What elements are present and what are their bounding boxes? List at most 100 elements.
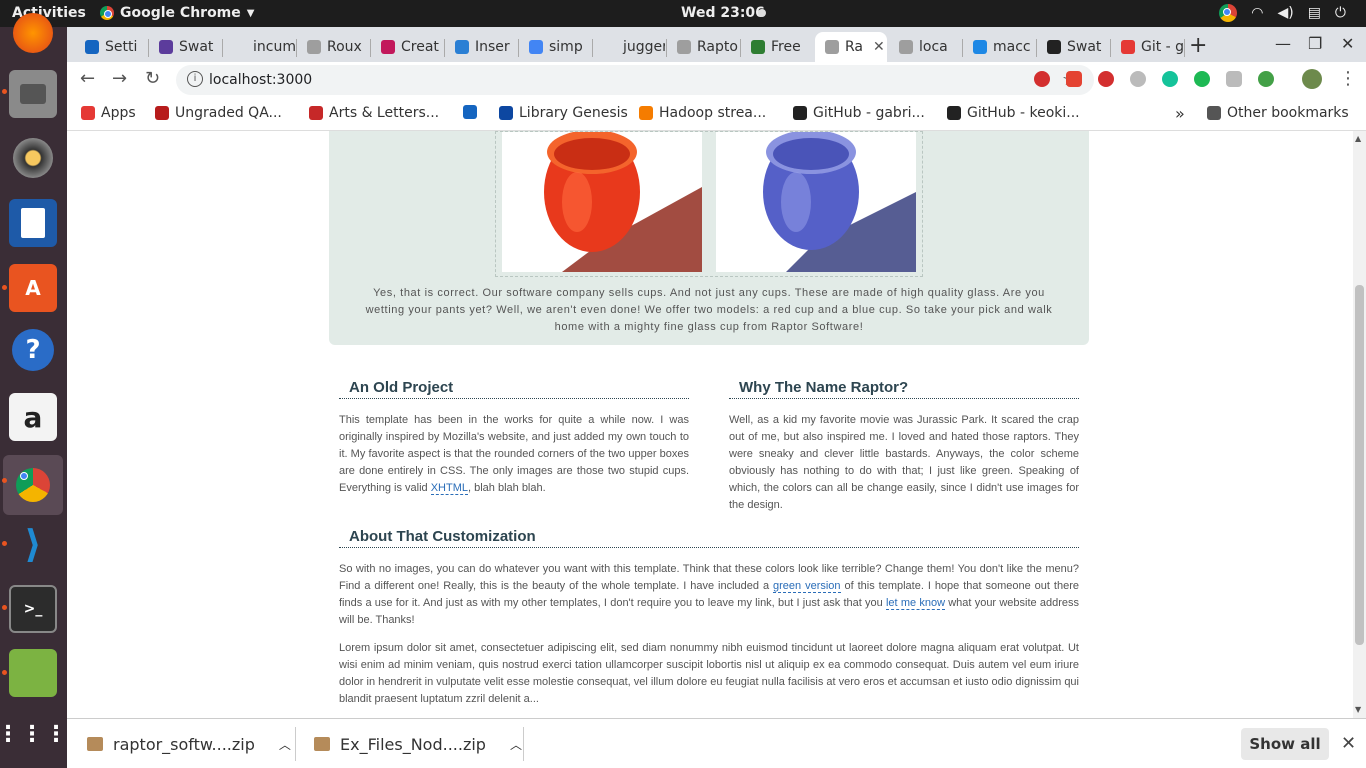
tab-3[interactable]: Roux — [297, 32, 369, 62]
reload-icon[interactable]: ↻ — [145, 68, 160, 89]
download-item-raptor[interactable]: raptor_softw....zip ︿ — [87, 719, 291, 768]
tab-separator — [1184, 39, 1185, 57]
files-icon[interactable] — [9, 70, 57, 118]
forward-icon[interactable]: → — [112, 68, 127, 89]
xhtml-link[interactable]: XHTML — [430, 482, 468, 495]
running-indicator — [2, 285, 7, 290]
terminal-icon[interactable]: >_ — [9, 585, 57, 633]
scroll-thumb[interactable] — [1355, 285, 1364, 645]
new-tab-button[interactable]: + — [1189, 33, 1207, 58]
firefox-icon[interactable] — [13, 13, 53, 53]
profile-avatar[interactable] — [1302, 69, 1322, 89]
back-icon[interactable]: ← — [80, 68, 95, 89]
bookmark-2[interactable]: Arts & Letters... — [309, 105, 439, 121]
show-all-button[interactable]: Show all — [1241, 728, 1329, 760]
tab-10[interactable]: Ra ✕ — [815, 32, 887, 62]
tab-favicon-icon — [825, 40, 839, 54]
address-bar[interactable]: i localhost:3000 ☆ — [176, 65, 1094, 95]
chevron-up-icon[interactable]: ︿ — [510, 736, 522, 753]
clock[interactable]: Wed 23:06 — [681, 5, 765, 21]
tab-close-icon[interactable]: ✕ — [873, 39, 885, 55]
zip-file-icon — [87, 737, 103, 751]
todoist-icon[interactable] — [1066, 71, 1082, 87]
bookmark-favicon-icon — [499, 106, 513, 120]
power-icon[interactable]: ⏻ — [1335, 5, 1346, 21]
site-info-icon[interactable]: i — [187, 71, 203, 87]
rhythmbox-icon[interactable] — [9, 134, 57, 182]
text-editor-icon[interactable] — [9, 649, 57, 697]
bookmark-label: Library Genesis — [519, 105, 628, 121]
show-applications-icon[interactable]: ⋮⋮⋮ — [0, 711, 67, 759]
bookmark-3[interactable] — [463, 105, 477, 119]
toolbar: ← → ↻ i localhost:3000 ☆ ⋮ — [67, 62, 1366, 98]
bookmark-4[interactable]: Library Genesis — [499, 105, 628, 121]
system-tray[interactable]: ◠ ◀) ▤ ⏻ — [1219, 4, 1346, 22]
chrome-dock-icon[interactable] — [3, 455, 63, 515]
green-version-link[interactable]: green version — [773, 580, 841, 593]
chrome-tray-icon[interactable] — [1219, 4, 1238, 22]
bookmark-6[interactable]: GitHub - gabri... — [793, 105, 925, 121]
extension-green-icon[interactable] — [1194, 71, 1210, 87]
extension-check-icon[interactable] — [1258, 71, 1274, 87]
running-indicator — [2, 670, 7, 675]
tab-label: Free — [771, 39, 801, 55]
folder-icon — [1207, 106, 1221, 120]
extension-gray-icon[interactable] — [1130, 71, 1146, 87]
app-menu[interactable]: Google Chrome ▼ — [100, 5, 254, 21]
tab-7[interactable]: juggerna — [593, 32, 665, 62]
volume-icon[interactable]: ◀) — [1277, 5, 1293, 21]
bookmark-5[interactable]: Hadoop strea... — [639, 105, 766, 121]
bookmarks-overflow-icon[interactable]: » — [1175, 104, 1185, 123]
maximize-button[interactable]: ❐ — [1308, 34, 1322, 53]
chrome-menu-icon[interactable]: ⋮ — [1339, 68, 1357, 89]
app-name: Google Chrome — [120, 5, 241, 21]
clipboard-icon[interactable]: ▤ — [1308, 5, 1321, 21]
let-me-know-link[interactable]: let me know — [885, 597, 946, 610]
address-url[interactable]: localhost:3000 — [209, 72, 312, 88]
download-item-exfiles[interactable]: Ex_Files_Nod....zip ︿ — [314, 719, 522, 768]
download-shelf: raptor_softw....zip ︿ Ex_Files_Nod....zi… — [67, 718, 1366, 768]
help-icon[interactable]: ? — [12, 329, 54, 371]
tab-11[interactable]: loca — [889, 32, 961, 62]
extension-m-icon[interactable] — [1226, 71, 1242, 87]
close-window-button[interactable]: ✕ — [1341, 34, 1354, 53]
wifi-icon[interactable]: ◠ — [1251, 5, 1263, 21]
chevron-up-icon[interactable]: ︿ — [279, 736, 291, 753]
tab-9[interactable]: Free — [741, 32, 813, 62]
tab-6[interactable]: simp — [519, 32, 591, 62]
software-center-icon[interactable]: A — [9, 264, 57, 312]
grammarly-icon[interactable] — [1162, 71, 1178, 87]
tab-14[interactable]: Git - g — [1111, 32, 1183, 62]
page-viewport: Yes, that is correct. Our software compa… — [67, 131, 1353, 718]
tab-1[interactable]: Swat — [149, 32, 221, 62]
bookmark-favicon-icon — [81, 106, 95, 120]
page-scrollbar[interactable]: ▲ ▼ — [1353, 131, 1366, 718]
minimize-button[interactable]: — — [1275, 34, 1291, 53]
dock: A ? a ⟩ >_ ⋮⋮⋮ — [0, 13, 67, 768]
bookmark-1[interactable]: Ungraded QA... — [155, 105, 282, 121]
adblock-plus-icon[interactable] — [1034, 71, 1050, 87]
scroll-down-icon[interactable]: ▼ — [1355, 705, 1361, 714]
bookmark-0[interactable]: Apps — [81, 105, 136, 121]
tab-8[interactable]: Rapto — [667, 32, 739, 62]
amazon-icon[interactable]: a — [9, 393, 57, 441]
tab-0[interactable]: Setti — [75, 32, 147, 62]
bookmark-label: Ungraded QA... — [175, 105, 282, 121]
scroll-up-icon[interactable]: ▲ — [1355, 134, 1361, 143]
bookmark-favicon-icon — [639, 106, 653, 120]
other-bookmarks-label: Other bookmarks — [1227, 105, 1349, 121]
close-download-shelf-icon[interactable]: ✕ — [1341, 733, 1356, 754]
tab-favicon-icon — [159, 40, 173, 54]
tab-2[interactable]: incumbe — [223, 32, 295, 62]
old-project-text: This template has been in the works for … — [339, 412, 689, 497]
libreoffice-writer-icon[interactable] — [9, 199, 57, 247]
bookmark-7[interactable]: GitHub - keoki... — [947, 105, 1080, 121]
tab-12[interactable]: macc — [963, 32, 1035, 62]
tab-13[interactable]: Swat — [1037, 32, 1109, 62]
tab-favicon-icon — [529, 40, 543, 54]
vscode-icon[interactable]: ⟩ — [9, 520, 57, 568]
other-bookmarks[interactable]: Other bookmarks — [1207, 105, 1349, 121]
lastpass-icon[interactable] — [1098, 71, 1114, 87]
tab-5[interactable]: Inser — [445, 32, 517, 62]
tab-4[interactable]: Creat — [371, 32, 443, 62]
